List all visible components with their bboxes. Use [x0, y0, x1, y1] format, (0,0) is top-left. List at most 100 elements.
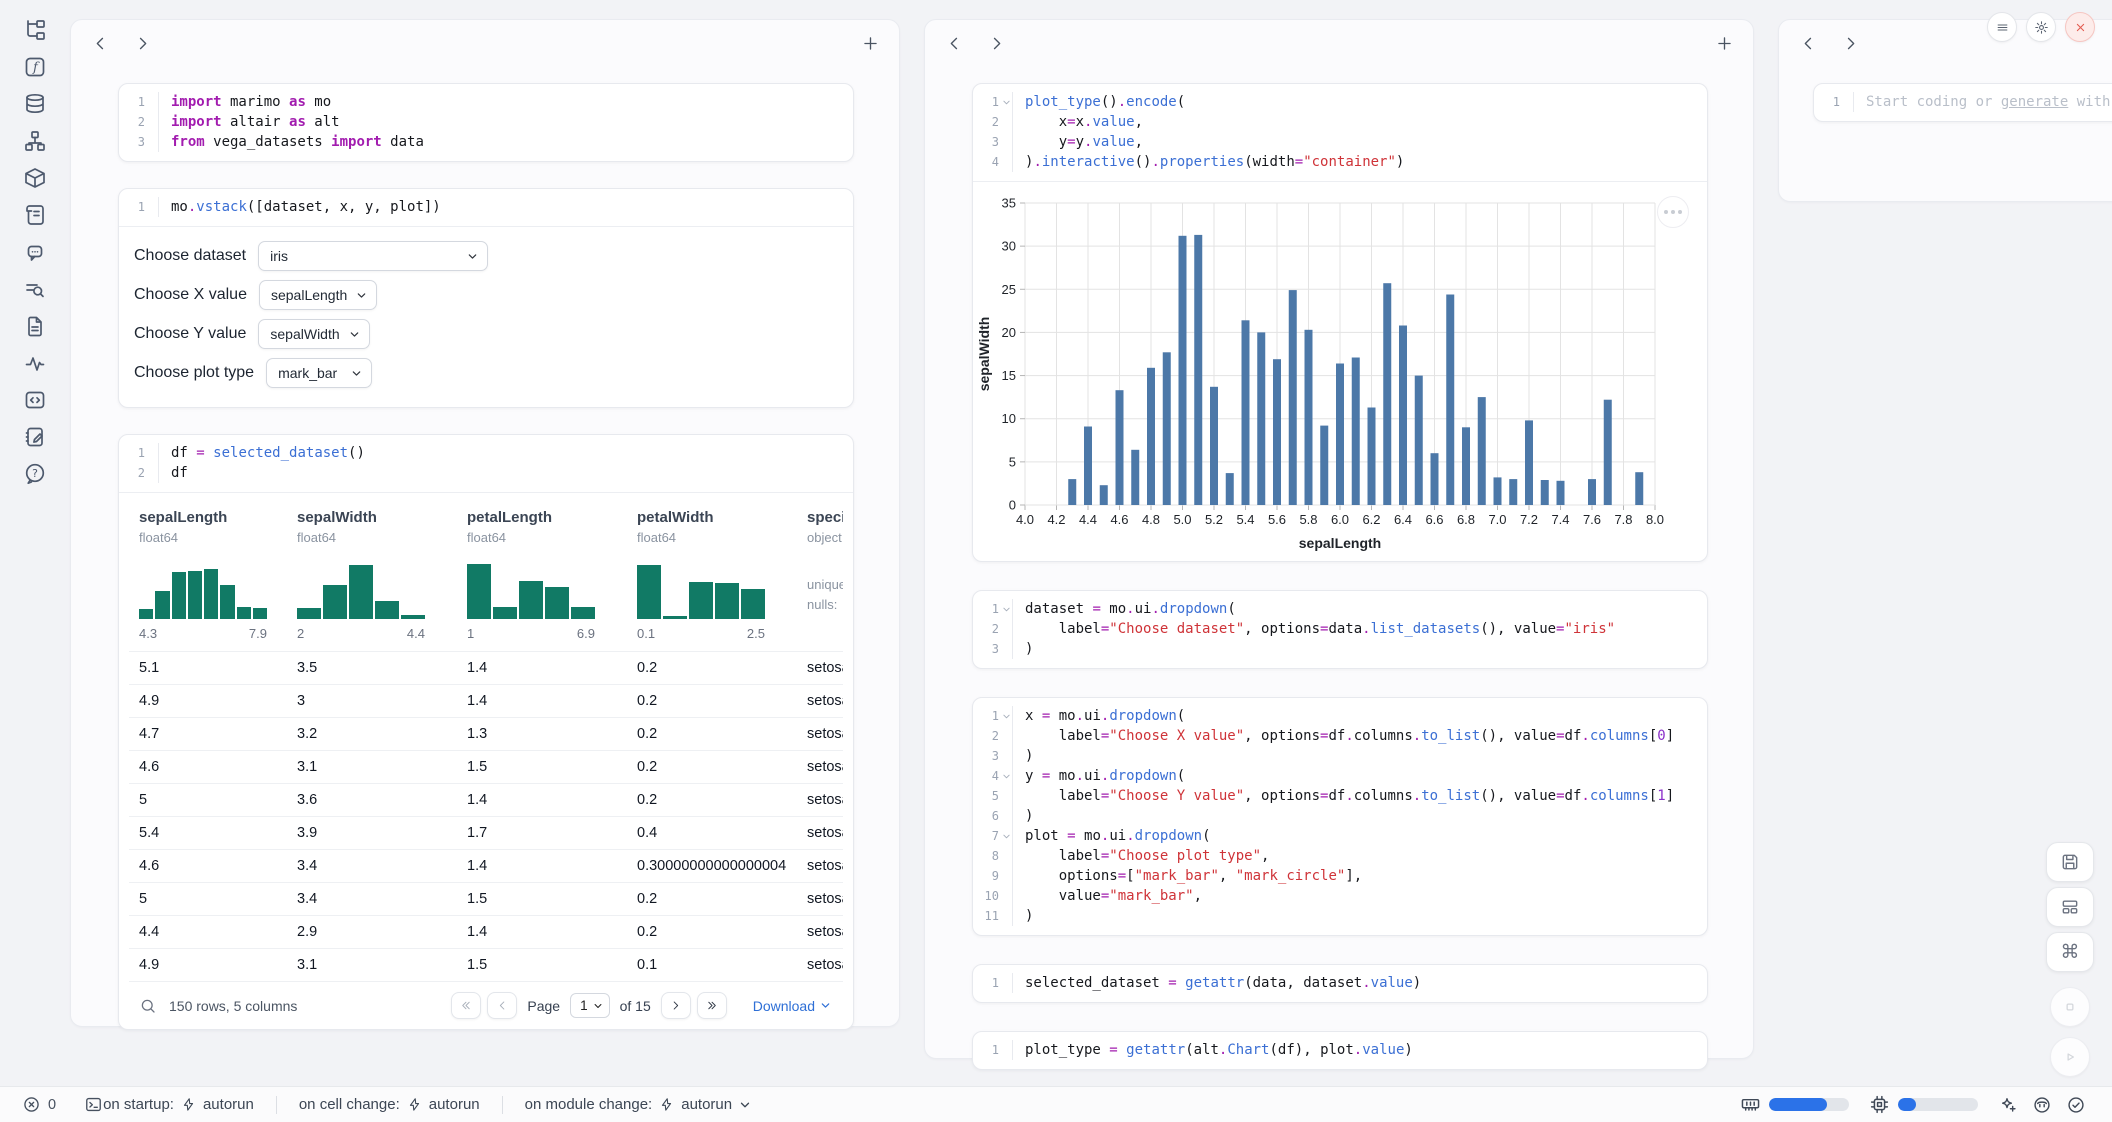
svg-text:5.6: 5.6 [1268, 512, 1286, 527]
on-module-change-mode[interactable]: on module change: autorun [525, 1096, 751, 1113]
sidebar-item-ai-chat[interactable] [18, 238, 52, 266]
svg-text:7.2: 7.2 [1520, 512, 1538, 527]
line-number-gutter: 123 [119, 92, 159, 152]
code-editor[interactable]: 12df = selected_dataset()df [119, 435, 853, 492]
run-button[interactable] [2050, 1037, 2090, 1077]
table-column-header[interactable]: sepalLengthfloat644.37.9 [129, 493, 287, 651]
table-row[interactable]: 4.63.41.40.30000000000000004setosa [129, 849, 843, 882]
bar-chart[interactable]: 4.04.24.44.64.85.05.25.45.65.86.06.26.46… [977, 187, 1707, 559]
search-icon[interactable] [139, 997, 157, 1015]
dropdown-row-plot-type: Choose plot type mark_bar [134, 358, 838, 388]
page-label: Page [527, 998, 560, 1014]
next-page-button[interactable] [661, 992, 691, 1019]
table-row[interactable]: 4.931.40.2setosa [129, 684, 843, 717]
first-page-button[interactable] [451, 992, 481, 1019]
on-startup-mode[interactable]: on startup: autorun [103, 1096, 254, 1113]
layout-button[interactable] [2046, 887, 2094, 927]
copilot-button[interactable] [2032, 1095, 2052, 1115]
cell-vstack-ui[interactable]: 1mo.vstack([dataset, x, y, plot]) Choose… [118, 188, 854, 408]
prev-page-button[interactable] [487, 992, 517, 1019]
command-palette-button[interactable]: ⌘ [2046, 932, 2094, 972]
code-editor[interactable]: 1selected_dataset = getattr(data, datase… [973, 965, 1707, 1002]
page-number-select[interactable]: 1 [570, 993, 610, 1018]
move-column-left-button[interactable] [941, 30, 967, 56]
table-row[interactable]: 5.13.51.40.2setosa [129, 651, 843, 684]
svg-text:7.6: 7.6 [1583, 512, 1601, 527]
bolt-icon [407, 1097, 422, 1112]
move-column-right-button[interactable] [129, 30, 155, 56]
move-column-left-button[interactable] [87, 30, 113, 56]
cell-imports[interactable]: 123import marimo as moimport altair as a… [118, 83, 854, 162]
cell-plot-type[interactable]: 1plot_type = getattr(alt.Chart(df), plot… [972, 1031, 1708, 1070]
code-editor[interactable]: 1plot_type = getattr(alt.Chart(df), plot… [973, 1032, 1707, 1069]
table-column-header[interactable]: petalLengthfloat6416.9 [457, 493, 627, 651]
sidebar-item-file-explorer[interactable] [18, 16, 52, 44]
menu-button[interactable] [1987, 12, 2017, 42]
command-icon: ⌘ [2061, 941, 2080, 963]
code-editor[interactable]: 123import marimo as moimport altair as a… [119, 84, 853, 161]
line-number-gutter: 1 [973, 973, 1013, 993]
code-editor-placeholder[interactable]: 1Start coding or generate with AI [1814, 84, 2112, 121]
sidebar-item-dependency-graph[interactable] [18, 127, 52, 155]
shutdown-button[interactable] [2065, 12, 2095, 42]
x-value-select[interactable]: sepalLength [259, 280, 377, 310]
plot-type-select[interactable]: mark_bar [266, 358, 372, 388]
table-column-header[interactable]: sepalWidthfloat6424.4 [287, 493, 457, 651]
notebook-actions [1987, 12, 2095, 42]
code-editor[interactable]: 1234plot_type().encode( x=x.value, y=y.v… [973, 84, 1707, 181]
sidebar-item-tracing[interactable] [18, 349, 52, 377]
last-page-button[interactable] [697, 992, 727, 1019]
move-column-right-button[interactable] [983, 30, 1009, 56]
code-editor[interactable]: 1234567891011x = mo.ui.dropdown( label="… [973, 698, 1707, 935]
code-editor[interactable]: 1mo.vstack([dataset, x, y, plot]) [119, 189, 853, 226]
table-row[interactable]: 53.61.40.2setosa [129, 783, 843, 816]
sidebar-item-documentation[interactable] [18, 312, 52, 340]
sidebar-item-snippets[interactable] [18, 386, 52, 414]
cell-dataframe[interactable]: 12df = selected_dataset()df sepalLengthf… [118, 434, 854, 1030]
dataset-select[interactable]: iris [258, 241, 488, 271]
on-cell-change-mode[interactable]: on cell change: autorun [299, 1096, 480, 1113]
table-row[interactable]: 53.41.50.2setosa [129, 882, 843, 915]
add-column-button[interactable] [1711, 30, 1737, 56]
table-row[interactable]: 5.43.91.70.4setosa [129, 816, 843, 849]
svg-text:sepalWidth: sepalWidth [977, 317, 992, 392]
sidebar-item-datasources[interactable] [18, 90, 52, 118]
sidebar-item-scratchpad[interactable] [18, 423, 52, 451]
table-row[interactable]: 4.73.21.30.2setosa [129, 717, 843, 750]
stop-button[interactable] [2050, 987, 2090, 1027]
connection-status-button[interactable] [2066, 1095, 2086, 1115]
download-button[interactable]: Download [753, 998, 831, 1014]
sidebar-item-logs[interactable] [18, 201, 52, 229]
code-editor[interactable]: 123dataset = mo.ui.dropdown( label="Choo… [973, 591, 1707, 668]
cell-dataset-dropdown[interactable]: 123dataset = mo.ui.dropdown( label="Choo… [972, 590, 1708, 669]
ai-assist-button[interactable] [1998, 1095, 2018, 1115]
sidebar-item-outline-search[interactable] [18, 275, 52, 303]
svg-text:6.0: 6.0 [1331, 512, 1349, 527]
y-value-select[interactable]: sepalWidth [258, 319, 370, 349]
table-column-header[interactable]: petalWidthfloat640.12.5 [627, 493, 797, 651]
cell-selected-dataset[interactable]: 1selected_dataset = getattr(data, datase… [972, 964, 1708, 1003]
table-column-header[interactable]: speciesobjectunique:nulls: [797, 493, 843, 651]
cell-new-empty[interactable]: 1Start coding or generate with AI [1813, 83, 2112, 122]
table-row[interactable]: 4.93.11.50.1setosa [129, 948, 843, 981]
sidebar-item-variables[interactable]: f [18, 53, 52, 81]
code-lines: x = mo.ui.dropdown( label="Choose X valu… [1013, 706, 1674, 926]
move-column-left-button[interactable] [1795, 30, 1821, 56]
sidebar-item-packages[interactable] [18, 164, 52, 192]
save-button[interactable] [2046, 842, 2094, 882]
cell-plot[interactable]: 1234plot_type().encode( x=x.value, y=y.v… [972, 83, 1708, 562]
close-icon [2073, 20, 2088, 35]
floating-controls: ⌘ [2046, 842, 2094, 1077]
settings-button[interactable] [2026, 12, 2056, 42]
terminal-button[interactable] [84, 1095, 103, 1114]
table-row[interactable]: 4.63.11.50.2setosa [129, 750, 843, 783]
chart-menu-button[interactable] [1657, 196, 1689, 228]
cell-xy-plot-dropdowns[interactable]: 1234567891011x = mo.ui.dropdown( label="… [972, 697, 1708, 936]
line-number-gutter: 1234567891011 [973, 706, 1013, 926]
add-column-button[interactable] [857, 30, 883, 56]
table-row[interactable]: 4.42.91.40.2setosa [129, 915, 843, 948]
errors-indicator[interactable]: 0 [22, 1095, 56, 1114]
sidebar-item-help[interactable]: ? [18, 460, 52, 488]
move-column-right-button[interactable] [1837, 30, 1863, 56]
left-sidebar: f? [0, 0, 70, 1086]
